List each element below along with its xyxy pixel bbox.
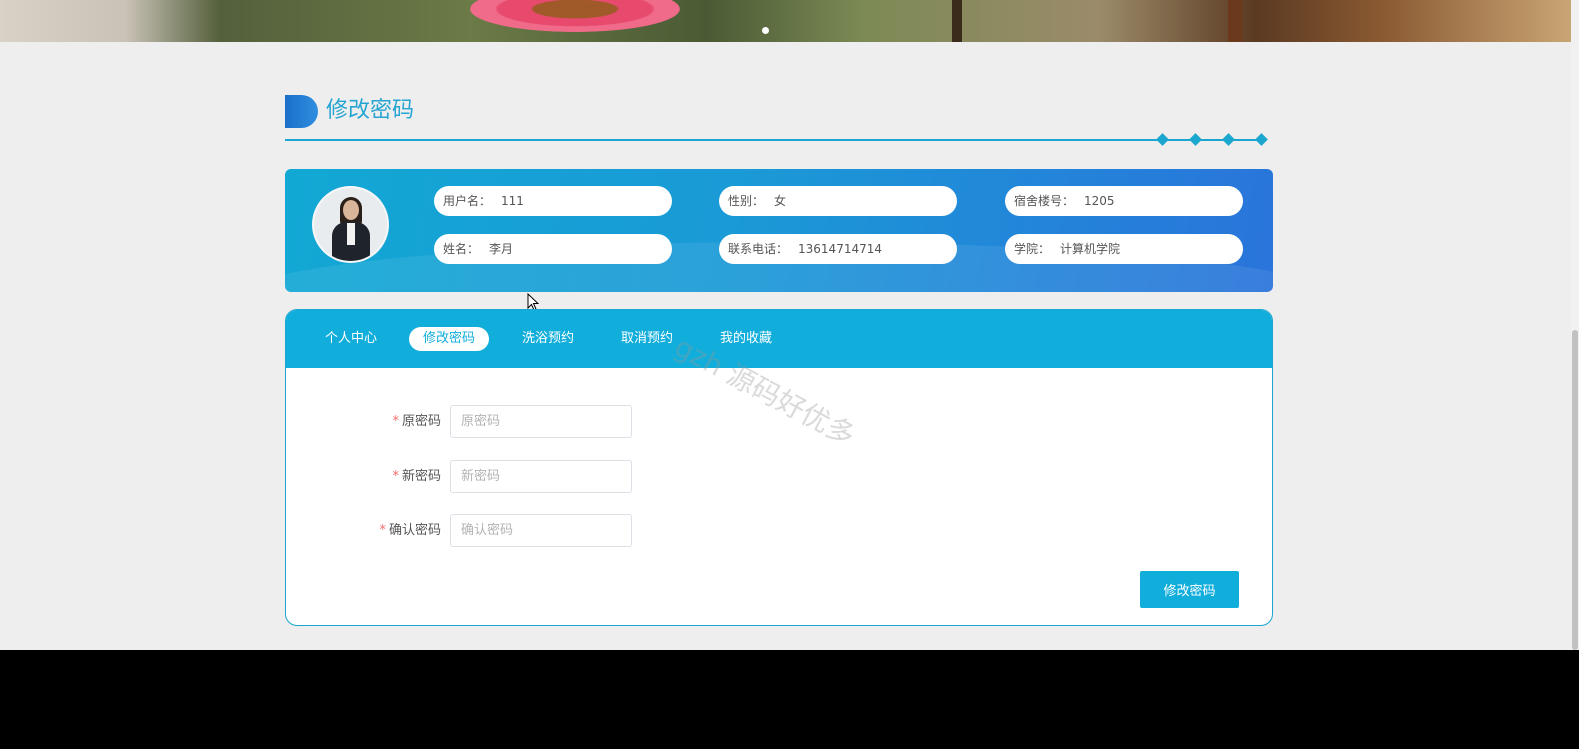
user-info-card: 用户名： 111 性别： 女 宿舍楼号： 1205 姓名： 李月 联系电话： 136147… bbox=[285, 169, 1273, 292]
diamond-icon bbox=[1255, 133, 1268, 146]
confirm-password-label: * 确认密码 bbox=[379, 514, 441, 548]
new-password-input[interactable] bbox=[450, 460, 632, 493]
name-label: 姓名： bbox=[443, 242, 480, 256]
banner-carousel bbox=[0, 0, 1571, 42]
confirm-password-row: * 确认密码 bbox=[286, 514, 986, 548]
tab-change-password[interactable]: 修改密码 bbox=[409, 327, 490, 351]
tab-bar: 个人中心 修改密码 洗浴预约 取消预约 我的收藏 bbox=[286, 310, 1272, 368]
gender-value: 女 bbox=[774, 194, 787, 208]
old-password-label-text: 原密码 bbox=[401, 414, 441, 429]
scrollbar-thumb[interactable] bbox=[1572, 330, 1578, 650]
footer bbox=[0, 650, 1579, 749]
phone-label: 联系电话： bbox=[728, 242, 789, 256]
avatar-shirt bbox=[347, 223, 355, 245]
gender-label: 性别： bbox=[728, 194, 765, 208]
change-password-button[interactable]: 修改密码 bbox=[1140, 571, 1239, 608]
new-password-label: * 新密码 bbox=[392, 460, 441, 494]
college-field: 学院： 计算机学院 bbox=[1005, 234, 1243, 264]
page-scrollbar[interactable] bbox=[1571, 0, 1579, 652]
diamond-icon bbox=[1189, 133, 1202, 146]
new-password-row: * 新密码 bbox=[286, 460, 986, 494]
title-badge-icon bbox=[285, 95, 318, 128]
old-password-row: * 原密码 bbox=[286, 405, 986, 439]
new-password-label-text: 新密码 bbox=[401, 469, 441, 484]
avatar-face bbox=[343, 200, 359, 220]
avatar bbox=[312, 186, 389, 263]
username-field: 用户名： 111 bbox=[434, 186, 672, 216]
dorm-field: 宿舍楼号： 1205 bbox=[1005, 186, 1243, 216]
banner-flowerbed bbox=[470, 0, 680, 32]
confirm-password-label-text: 确认密码 bbox=[388, 523, 441, 538]
dorm-label: 宿舍楼号： bbox=[1014, 194, 1075, 208]
dorm-value: 1205 bbox=[1084, 194, 1115, 208]
username-label: 用户名： bbox=[443, 194, 492, 208]
gender-field: 性别： 女 bbox=[719, 186, 957, 216]
banner-wooden-post bbox=[1228, 0, 1242, 42]
required-mark: * bbox=[392, 414, 399, 429]
tab-my-favorites[interactable]: 我的收藏 bbox=[706, 327, 786, 351]
confirm-password-input[interactable] bbox=[450, 514, 632, 547]
old-password-input[interactable] bbox=[450, 405, 632, 438]
tab-personal-center[interactable]: 个人中心 bbox=[311, 327, 391, 351]
banner-bench-leg bbox=[952, 0, 962, 42]
college-value: 计算机学院 bbox=[1060, 242, 1121, 256]
tab-bath-reservation[interactable]: 洗浴预约 bbox=[508, 327, 588, 351]
phone-field: 联系电话： 13614714714 bbox=[719, 234, 957, 264]
college-label: 学院： bbox=[1014, 242, 1051, 256]
diamond-icon bbox=[1156, 133, 1169, 146]
old-password-label: * 原密码 bbox=[392, 405, 441, 439]
title-divider bbox=[285, 139, 1260, 141]
diamond-icon bbox=[1222, 133, 1235, 146]
name-value: 李月 bbox=[489, 242, 514, 256]
account-panel: 个人中心 修改密码 洗浴预约 取消预约 我的收藏 * 原密码 * 新密码 * 确认密码… bbox=[285, 309, 1273, 626]
page-title: 修改密码 bbox=[326, 98, 415, 123]
section-header: 修改密码 bbox=[285, 92, 1273, 146]
tab-cancel-reservation[interactable]: 取消预约 bbox=[607, 327, 687, 351]
phone-value: 13614714714 bbox=[798, 242, 882, 256]
carousel-indicator-dot[interactable] bbox=[762, 27, 769, 34]
required-mark: * bbox=[379, 523, 386, 538]
name-field: 姓名： 李月 bbox=[434, 234, 672, 264]
required-mark: * bbox=[392, 469, 399, 484]
username-value: 111 bbox=[501, 194, 524, 208]
